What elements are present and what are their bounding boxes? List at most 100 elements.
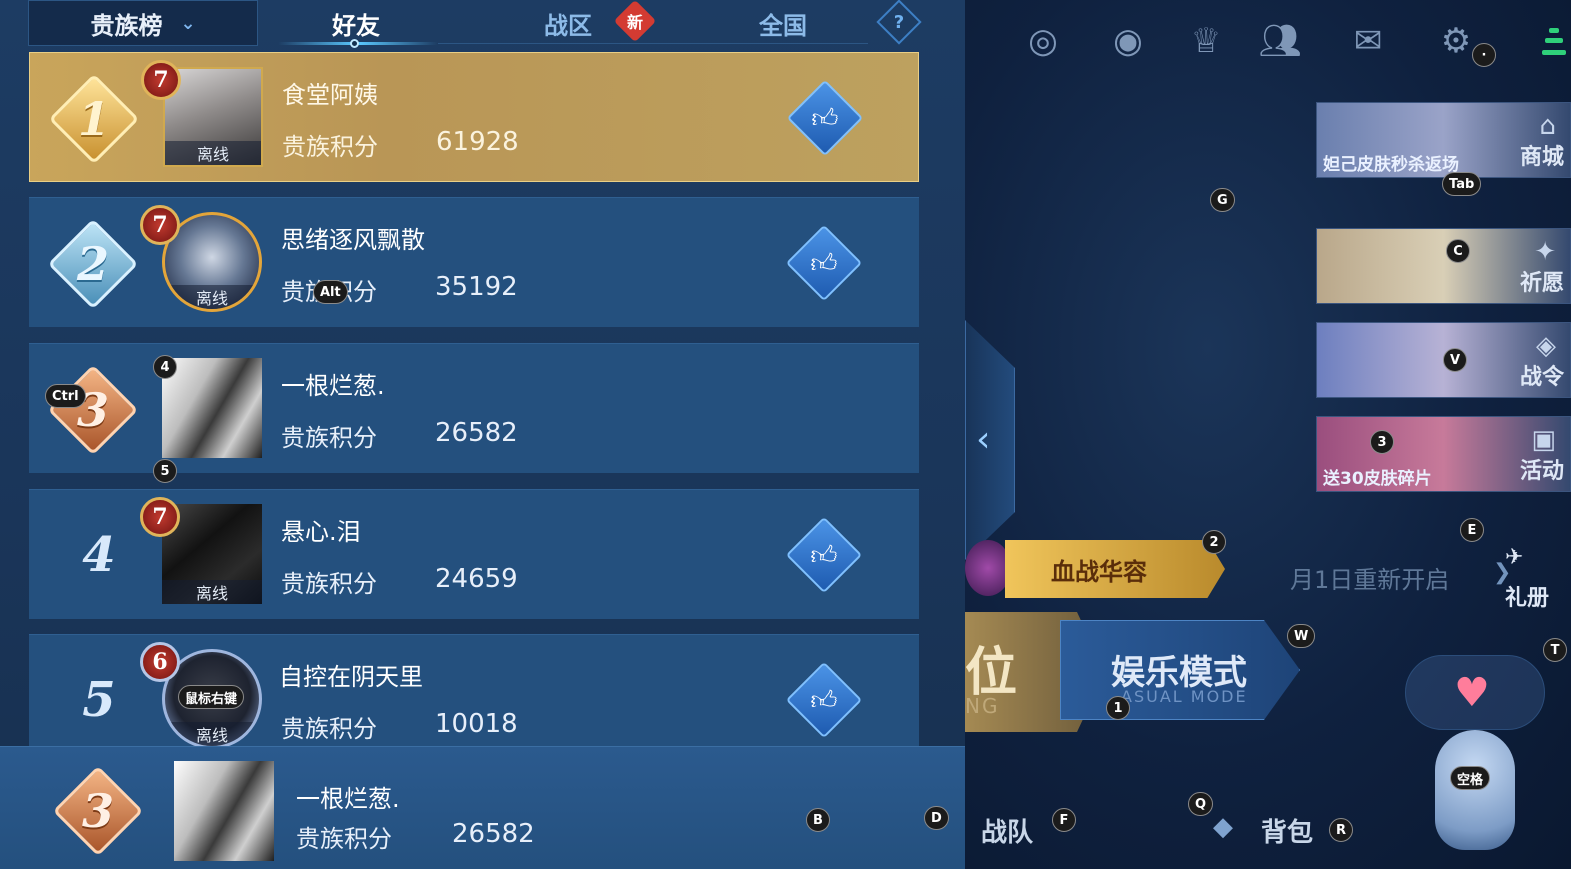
- rank-medal-bronze: 3: [43, 360, 143, 460]
- casual-mode-button[interactable]: 娱乐模式 ASUAL MODE: [1060, 620, 1300, 720]
- my-player-name: 一根烂葱.: [296, 785, 400, 813]
- shortcut-key-b: B: [806, 808, 830, 832]
- score-label: 贵族积分: [296, 825, 392, 853]
- friends-icon[interactable]: 👥︎: [1257, 18, 1303, 64]
- rank-medal-gold: 1: [44, 69, 144, 169]
- shortcut-key-3: 3: [1370, 430, 1394, 454]
- score-value: 26582: [435, 418, 518, 448]
- team-button[interactable]: 战队: [981, 812, 1033, 849]
- offline-label: 离线: [165, 285, 259, 309]
- shortcut-key-right-click: 鼠标右键: [178, 685, 245, 709]
- trophy-icon[interactable]: ♕: [1183, 18, 1229, 64]
- shortcut-key-g: G: [1210, 188, 1235, 212]
- mascot[interactable]: [1435, 730, 1515, 850]
- wish-icon: ✦: [1534, 237, 1556, 267]
- bag-button[interactable]: 背包: [1261, 812, 1313, 849]
- thumbs-up-icon: 👍︎: [810, 248, 838, 279]
- shortcut-key-ctrl: Ctrl: [45, 384, 86, 408]
- rank-number: 3: [76, 383, 109, 437]
- shortcut-key-4: 4: [153, 355, 177, 379]
- my-avatar[interactable]: [174, 761, 274, 861]
- noble-level-badge: 7: [135, 200, 185, 250]
- help-icon-glyph: ?: [893, 11, 905, 33]
- noble-level-badge: 7: [135, 492, 185, 542]
- like-button[interactable]: 👍︎: [786, 79, 864, 157]
- shortcut-key-w: W: [1287, 624, 1316, 648]
- shortcut-key-c: C: [1446, 239, 1470, 263]
- leaderboard-row[interactable]: 2 离线 7 思绪逐风飘散 贵族积分 35192 👍︎: [29, 197, 919, 327]
- like-button[interactable]: 👍︎: [785, 661, 863, 739]
- thumbs-up-icon: 👍︎: [810, 685, 838, 716]
- leaderboard-type-dropdown[interactable]: 贵族榜 ⌄: [28, 0, 258, 46]
- battle-pass-label: 战令: [1519, 365, 1564, 390]
- leaderboard-row[interactable]: 5 离线 6 自控在阴天里 贵族积分 10018 👍︎: [29, 634, 919, 764]
- noble-level-badge: 7: [136, 55, 186, 105]
- shortcut-key-v: V: [1443, 348, 1468, 372]
- tab-region[interactable]: 战区: [508, 0, 628, 46]
- eye-icon[interactable]: ◉: [1105, 18, 1151, 64]
- activity-card[interactable]: ▣ 送30皮肤碎片 活动: [1316, 416, 1571, 492]
- new-badge: 新: [613, 0, 657, 43]
- radar-icon[interactable]: ◎: [1020, 18, 1066, 64]
- collapse-arrow-icon: ‹: [976, 419, 991, 460]
- battle-pass-icon: ◈: [1536, 331, 1556, 361]
- leaderboard-row[interactable]: 4 离线 7 悬心.泪 贵族积分 24659 👍︎: [29, 489, 919, 619]
- bag-icon: ◆: [1213, 812, 1233, 842]
- shortcut-key-space: 空格: [1450, 766, 1491, 790]
- event-banner[interactable]: 血战华容: [1005, 540, 1225, 598]
- like-button[interactable]: 👍︎: [785, 516, 863, 594]
- rank-number: 5: [82, 672, 116, 728]
- offline-label: 离线: [165, 141, 261, 165]
- player-name: 自控在阴天里: [279, 663, 423, 691]
- rank-medal-silver: 2: [43, 214, 143, 314]
- score-value: 35192: [435, 272, 518, 302]
- mail-icon[interactable]: ✉: [1345, 18, 1391, 64]
- leaderboard-row[interactable]: 1 离线 7 食堂阿姨 贵族积分 61928 👍︎: [29, 52, 919, 182]
- noble-level: 7: [153, 67, 169, 93]
- avatar[interactable]: [162, 358, 262, 458]
- score-label: 贵族积分: [282, 133, 378, 161]
- chevron-right-icon[interactable]: ❯: [1493, 560, 1511, 585]
- activity-label: 活动: [1519, 459, 1564, 484]
- shop-card[interactable]: ⌂ 妲己皮肤秒杀返场 商城: [1316, 102, 1571, 178]
- help-icon[interactable]: ?: [876, 0, 922, 45]
- rank-medal-bronze: 3: [48, 761, 148, 861]
- shortcut-key-e: E: [1460, 518, 1484, 542]
- new-badge-label: 新: [626, 13, 643, 32]
- shortcut-key-dot: ·: [1472, 43, 1496, 67]
- like-button[interactable]: 👍︎: [785, 224, 863, 302]
- rank-number: 4: [82, 527, 116, 583]
- rank-number: 3: [81, 784, 114, 838]
- collapse-tab[interactable]: ‹: [965, 320, 1015, 560]
- noble-level-badge: 6: [135, 637, 185, 687]
- activity-icon: ▣: [1531, 425, 1556, 455]
- wish-card[interactable]: ✦ 祈愿: [1316, 228, 1571, 304]
- noble-level: 7: [152, 504, 168, 530]
- player-name: 一根烂葱.: [281, 372, 385, 400]
- activity-card-caption: 送30皮肤碎片: [1323, 469, 1432, 489]
- score-value: 24659: [435, 564, 518, 594]
- shortcut-key-d: D: [924, 806, 949, 830]
- wish-label: 祈愿: [1519, 271, 1564, 296]
- thumbs-up-icon: 👍︎: [810, 540, 838, 571]
- noble-level: 6: [152, 649, 168, 675]
- offline-label: 离线: [165, 722, 259, 746]
- shortcut-key-t: T: [1543, 638, 1567, 662]
- shortcut-key-f: F: [1052, 808, 1076, 832]
- gift-book-button[interactable]: 礼册: [1505, 580, 1549, 612]
- shortcut-key-r: R: [1329, 818, 1354, 842]
- player-name: 悬心.泪: [281, 518, 361, 546]
- score-label: 贵族积分: [281, 570, 377, 598]
- thumbs-up-icon: 👍︎: [811, 103, 839, 134]
- tab-national[interactable]: 全国: [728, 0, 838, 46]
- score-value: 10018: [435, 709, 518, 739]
- mascot-bubble[interactable]: ♥: [1405, 655, 1545, 730]
- lobby-panel: ◎ ◉ ♕ 👥︎ ✉ ⚙ ⌂ 妲己皮肤秒杀返场 商城 ✦ 祈愿 ◈ 战令 ▣ 送…: [965, 0, 1571, 869]
- score-value: 61928: [436, 127, 519, 157]
- shop-card-caption: 妲己皮肤秒杀返场: [1323, 155, 1459, 175]
- event-reopen-text: 月1日重新开启: [1290, 566, 1450, 594]
- score-label: 贵族积分: [281, 715, 377, 743]
- ranked-mode-subtitle: NG: [965, 694, 1000, 718]
- rank-number: 1: [77, 92, 110, 146]
- signal-icon: [1542, 20, 1570, 60]
